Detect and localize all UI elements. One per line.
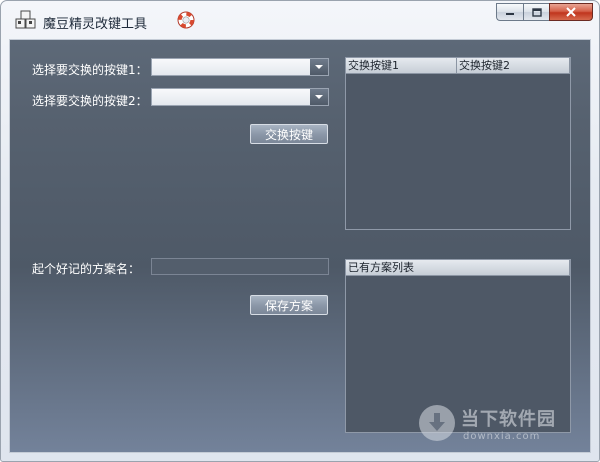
- app-window: 魔豆精灵改键工具 选择要交换的按键1： 选择要交换的按键2： 交换按键 交换按键…: [0, 0, 600, 462]
- minimize-button[interactable]: [496, 3, 523, 21]
- scheme-name-input[interactable]: [151, 258, 329, 275]
- download-arrow-icon: [419, 405, 455, 441]
- chevron-down-icon[interactable]: [310, 89, 328, 105]
- column-header-key1[interactable]: 交换按键1: [346, 58, 457, 74]
- app-logo-icon: [15, 10, 36, 29]
- swapped-keys-table[interactable]: 交换按键1 交换按键2: [345, 57, 571, 230]
- site-watermark: 当下软件园 downxia.com: [419, 403, 579, 449]
- window-title: 魔豆精灵改键工具: [43, 17, 148, 32]
- table-header: 交换按键1 交换按键2: [346, 58, 570, 74]
- close-button[interactable]: [549, 3, 593, 21]
- client-area: 选择要交换的按键1： 选择要交换的按键2： 交换按键 交换按键1 交换按键2 起…: [9, 39, 591, 453]
- maximize-button[interactable]: [523, 3, 549, 21]
- column-header-key2[interactable]: 交换按键2: [457, 58, 570, 74]
- close-icon: [566, 7, 576, 17]
- key2-dropdown[interactable]: [151, 88, 329, 106]
- title-bar[interactable]: 魔豆精灵改键工具: [1, 1, 599, 39]
- key1-dropdown[interactable]: [151, 58, 329, 76]
- key1-label: 选择要交换的按键1：: [32, 63, 148, 77]
- chevron-down-icon[interactable]: [310, 59, 328, 75]
- lifebuoy-help-icon[interactable]: [177, 11, 195, 29]
- key2-label: 选择要交换的按键2：: [32, 94, 148, 108]
- minimize-icon: [506, 13, 514, 15]
- save-scheme-button[interactable]: 保存方案: [250, 295, 328, 315]
- scheme-list-header: 已有方案列表: [346, 260, 570, 276]
- scheme-name-label: 起个好记的方案名：: [32, 262, 141, 276]
- list-header: 已有方案列表: [346, 260, 570, 276]
- watermark-site: downxia.com: [463, 431, 541, 442]
- window-controls: [496, 3, 593, 23]
- maximize-icon: [531, 7, 542, 17]
- watermark-brand: 当下软件园: [461, 409, 556, 430]
- swap-keys-button[interactable]: 交换按键: [250, 124, 328, 144]
